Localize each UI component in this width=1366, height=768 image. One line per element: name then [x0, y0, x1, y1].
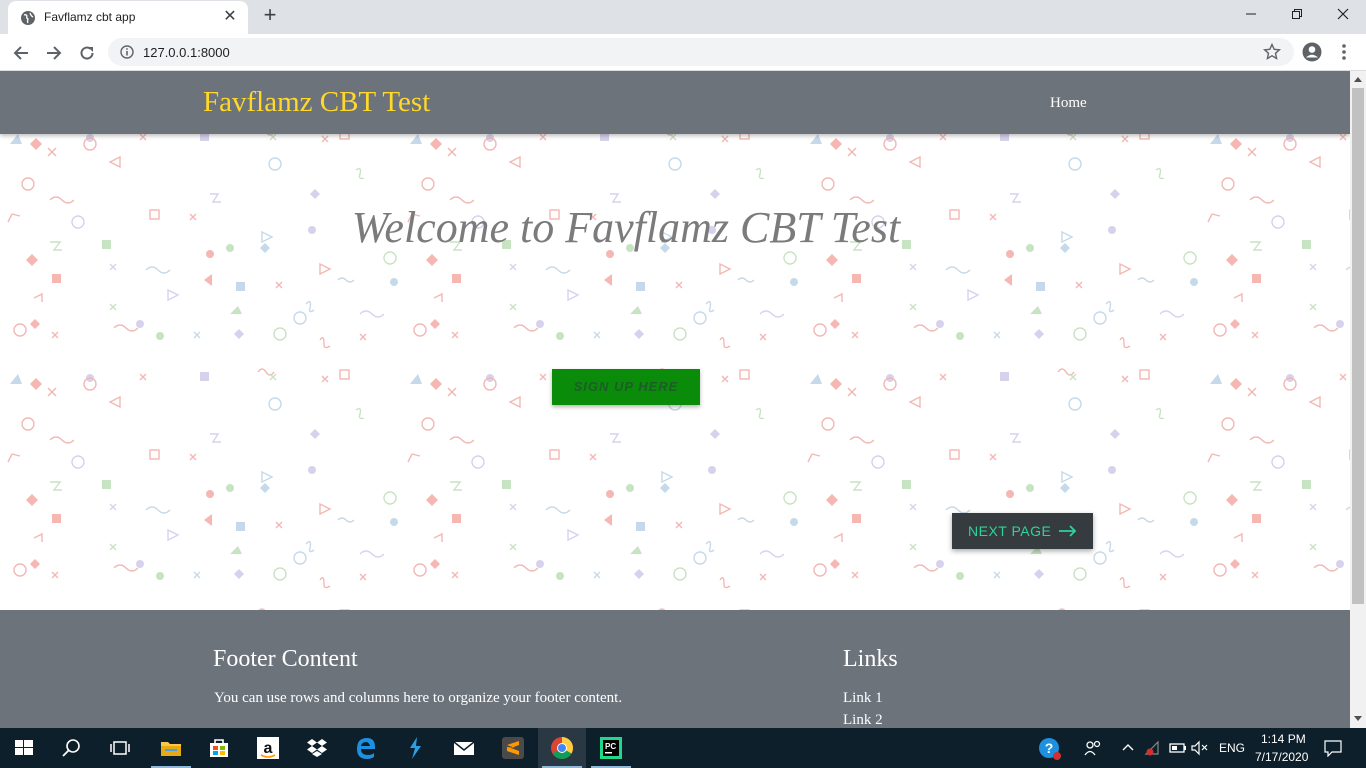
- svg-text:a: a: [264, 740, 273, 757]
- nav-link-home[interactable]: Home: [1050, 95, 1087, 112]
- footer-links-title: Links: [843, 646, 898, 672]
- task-view-icon: [110, 741, 130, 755]
- page-viewport: Favflamz CBT Test Home Welcome to Favfla…: [0, 71, 1350, 728]
- start-button[interactable]: [0, 728, 48, 768]
- site-brand[interactable]: Favflamz CBT Test: [203, 86, 430, 119]
- edge-icon: [357, 738, 375, 759]
- taskbar-search[interactable]: [48, 728, 96, 768]
- close-window-button[interactable]: [1320, 0, 1366, 30]
- svg-text:?: ?: [1045, 740, 1054, 756]
- file-explorer-icon: [161, 742, 181, 756]
- dropbox-icon: [307, 739, 327, 757]
- taskbar-pycharm[interactable]: PC: [587, 728, 635, 768]
- taskbar-amazon[interactable]: a: [244, 728, 292, 768]
- profile-icon[interactable]: [1302, 42, 1322, 62]
- browser-toolbar: 127.0.0.1:8000: [0, 34, 1366, 71]
- minimize-icon: [1246, 13, 1256, 15]
- reload-icon: [80, 46, 94, 60]
- address-bar[interactable]: 127.0.0.1:8000: [108, 38, 1294, 66]
- scroll-down-arrow-icon[interactable]: [1354, 716, 1362, 721]
- new-tab-button[interactable]: +: [258, 4, 282, 28]
- network-icon[interactable]: [1144, 740, 1162, 756]
- taskbar-store[interactable]: [195, 728, 243, 768]
- people-icon[interactable]: [1084, 740, 1102, 756]
- taskbar-dropbox[interactable]: [293, 728, 341, 768]
- windows-taskbar: a PC ? ENG 1:14 PM 7/17/2020: [0, 728, 1366, 768]
- star-icon[interactable]: [1263, 43, 1281, 61]
- footer-link-1[interactable]: Link 1: [843, 690, 883, 707]
- browser-tabstrip: Favflamz cbt app ✕ +: [0, 0, 1366, 34]
- clock-time[interactable]: 1:14 PM: [1261, 732, 1306, 746]
- sublime-text-icon: [502, 737, 524, 759]
- footer-title: Footer Content: [213, 646, 358, 672]
- taskbar-sublime-text[interactable]: [489, 728, 537, 768]
- clock-date[interactable]: 7/17/2020: [1255, 750, 1308, 764]
- site-footer: Footer Content You can use rows and colu…: [0, 610, 1350, 728]
- url-text[interactable]: 127.0.0.1:8000: [143, 45, 230, 60]
- chevron-up-icon[interactable]: [1122, 742, 1134, 752]
- svg-text:PC: PC: [605, 742, 616, 751]
- footer-text: You can use rows and columns here to org…: [214, 690, 623, 706]
- globe-icon: [21, 11, 35, 25]
- task-view-button[interactable]: [96, 728, 144, 768]
- arrow-left-icon: [13, 46, 28, 60]
- back-button[interactable]: [8, 40, 34, 66]
- restore-button[interactable]: [1274, 0, 1320, 30]
- next-page-button[interactable]: NEXT PAGE: [952, 513, 1093, 549]
- restore-icon: [1292, 9, 1302, 19]
- battery-icon[interactable]: [1169, 740, 1187, 756]
- close-icon: [1337, 8, 1349, 20]
- scroll-up-arrow-icon[interactable]: [1354, 77, 1362, 82]
- taskbar-edge[interactable]: [342, 728, 390, 768]
- tab-title: Favflamz cbt app: [44, 10, 136, 24]
- minimize-button[interactable]: [1228, 0, 1274, 30]
- pycharm-icon: PC: [600, 737, 622, 759]
- visual-studio-icon: [410, 737, 421, 759]
- help-icon[interactable]: ?: [1038, 737, 1062, 761]
- taskbar-chrome[interactable]: [538, 728, 586, 768]
- hero-section: Welcome to Favflamz CBT Test SIGN UP HER…: [0, 134, 1350, 610]
- chrome-icon: [551, 737, 573, 759]
- language-indicator[interactable]: ENG: [1219, 741, 1245, 755]
- tab-close-icon[interactable]: ✕: [221, 8, 239, 26]
- windows-start-icon: [15, 740, 33, 755]
- search-icon: [62, 739, 80, 757]
- info-icon[interactable]: [120, 45, 134, 59]
- amazon-icon: a: [257, 737, 279, 759]
- arrow-right-icon: [1059, 525, 1077, 537]
- arrow-right-icon: [47, 46, 62, 60]
- scroll-thumb[interactable]: [1352, 88, 1364, 604]
- volume-muted-icon[interactable]: [1191, 740, 1209, 756]
- footer-link-2[interactable]: Link 2: [843, 712, 883, 728]
- taskbar-mail[interactable]: [440, 728, 488, 768]
- welcome-heading: Welcome to Favflamz CBT Test: [351, 203, 901, 252]
- page-scrollbar[interactable]: [1350, 71, 1366, 728]
- mail-icon: [453, 741, 475, 755]
- taskbar-file-explorer[interactable]: [147, 728, 195, 768]
- reload-button[interactable]: [74, 40, 100, 66]
- notifications-icon[interactable]: [1324, 739, 1342, 757]
- next-page-label: NEXT PAGE: [968, 523, 1052, 539]
- store-icon: [210, 739, 228, 757]
- forward-button[interactable]: [41, 40, 67, 66]
- taskbar-visual-studio[interactable]: [391, 728, 439, 768]
- sign-up-button[interactable]: SIGN UP HERE: [552, 369, 700, 405]
- site-navbar: Favflamz CBT Test Home: [0, 71, 1350, 134]
- browser-tab[interactable]: Favflamz cbt app ✕: [8, 1, 248, 34]
- menu-icon[interactable]: [1338, 42, 1350, 62]
